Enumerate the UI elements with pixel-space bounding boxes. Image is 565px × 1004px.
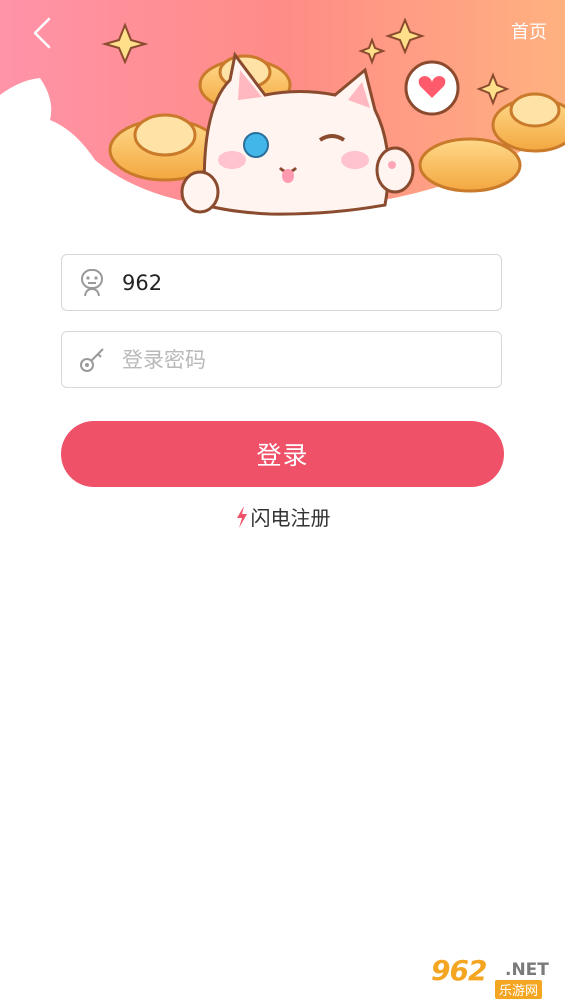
- watermark-number: 962: [431, 954, 487, 987]
- back-button[interactable]: [24, 14, 60, 52]
- watermark-domain: .NET: [505, 960, 549, 980]
- username-field[interactable]: [61, 254, 502, 311]
- header-banner: 首页: [0, 0, 565, 230]
- user-icon: [62, 254, 122, 311]
- heart-bubble-icon: [404, 60, 460, 116]
- watermark-subtitle: 乐游网: [495, 980, 543, 999]
- banner-illustration: [0, 0, 565, 216]
- chevron-left-icon: [33, 17, 51, 49]
- register-label: 闪电注册: [250, 506, 331, 530]
- login-button[interactable]: 登录: [61, 421, 504, 487]
- lightning-icon: [236, 505, 247, 528]
- home-link[interactable]: 首页: [511, 18, 547, 44]
- password-input[interactable]: [122, 339, 501, 380]
- key-icon: [62, 331, 122, 388]
- watermark-logo: 962 .NET 乐游网: [427, 954, 557, 999]
- register-link[interactable]: 闪电注册: [0, 502, 565, 531]
- password-field[interactable]: [61, 331, 502, 388]
- username-input[interactable]: [122, 262, 501, 303]
